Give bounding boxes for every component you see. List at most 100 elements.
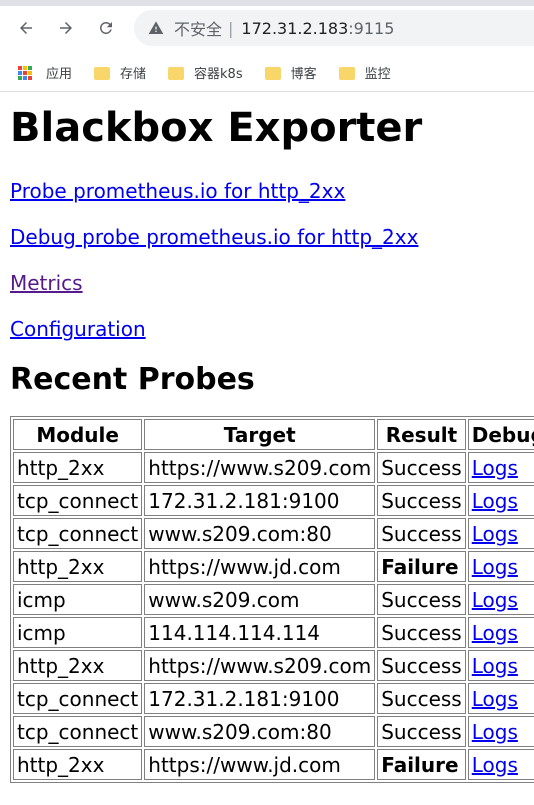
- result-cell: Success: [377, 584, 466, 615]
- module-cell: tcp_connect: [13, 716, 143, 747]
- warning-icon: [148, 19, 166, 37]
- metrics-link[interactable]: Metrics: [10, 270, 524, 296]
- target-cell: 114.114.114.114: [144, 617, 376, 648]
- reload-button[interactable]: [92, 14, 120, 42]
- column-header-target: Target: [144, 419, 376, 450]
- table-row: icmp www.s209.com Success Logs: [13, 584, 534, 615]
- table-row: icmp 114.114.114.114 Success Logs: [13, 617, 534, 648]
- bookmark-label: 监控: [364, 67, 391, 82]
- bookmark-k8s[interactable]: 容器k8s: [168, 63, 243, 82]
- debug-cell: Logs: [467, 683, 534, 714]
- table-row: tcp_connect www.s209.com:80 Success Logs: [13, 716, 534, 747]
- debug-cell: Logs: [467, 584, 534, 615]
- url-port: :9115: [348, 18, 395, 38]
- bookmark-blog[interactable]: 博客: [264, 63, 317, 82]
- back-button[interactable]: [12, 14, 40, 42]
- target-cell: 172.31.2.181:9100: [144, 683, 376, 714]
- folder-icon: [264, 65, 281, 81]
- target-cell: https://www.jd.com: [144, 749, 376, 780]
- folder-icon: [168, 65, 185, 81]
- table-header-row: Module Target Result Debug: [13, 419, 534, 450]
- result-cell: Success: [377, 485, 466, 516]
- address-bar[interactable]: 不安全 | 172.31.2.183 :9115: [134, 10, 534, 46]
- table-row: tcp_connect 172.31.2.181:9100 Success Logs: [13, 485, 534, 516]
- result-cell: Success: [377, 452, 466, 483]
- page-content: Blackbox Exporter Probe prometheus.io fo…: [0, 104, 534, 783]
- module-cell: icmp: [13, 584, 143, 615]
- table-row: http_2xx https://www.s209.com Success Logs: [13, 650, 534, 681]
- module-cell: tcp_connect: [13, 485, 143, 516]
- result-cell: Failure: [377, 749, 466, 780]
- logs-link[interactable]: Logs: [472, 522, 518, 546]
- column-header-result: Result: [377, 419, 466, 450]
- logs-link[interactable]: Logs: [472, 456, 518, 480]
- probe-link[interactable]: Probe prometheus.io for http_2xx: [10, 178, 524, 204]
- bookmark-storage[interactable]: 存储: [94, 63, 146, 82]
- debug-cell: Logs: [467, 617, 534, 648]
- table-row: tcp_connect 172.31.2.181:9100 Success Logs: [13, 683, 534, 714]
- module-cell: http_2xx: [13, 452, 143, 483]
- page-title: Blackbox Exporter: [10, 105, 423, 151]
- target-cell: www.s209.com:80: [144, 716, 376, 747]
- module-cell: tcp_connect: [13, 683, 143, 714]
- logs-link[interactable]: Logs: [472, 687, 518, 711]
- target-cell: https://www.s209.com: [144, 452, 376, 483]
- module-cell: icmp: [13, 617, 143, 648]
- target-cell: www.s209.com:80: [144, 518, 376, 549]
- debug-cell: Logs: [467, 716, 534, 747]
- bookmark-label: 应用: [46, 67, 73, 82]
- result-cell: Success: [377, 683, 466, 714]
- tab-strip-edge: [0, 0, 534, 6]
- result-cell: Success: [377, 716, 466, 747]
- recent-probes-table: Module Target Result Debug http_2xxhttps…: [10, 416, 534, 783]
- target-cell: 172.31.2.181:9100: [144, 485, 376, 516]
- logs-link[interactable]: Logs: [472, 753, 518, 777]
- arrow-right-icon: [60, 22, 72, 34]
- browser-toolbar: 不安全 | 172.31.2.183 :9115: [0, 0, 534, 54]
- forward-button[interactable]: [52, 14, 80, 42]
- logs-link[interactable]: Logs: [472, 555, 518, 579]
- debug-cell: Logs: [467, 518, 534, 549]
- table-body: http_2xx https://www.s209.com Success Logs t…: [13, 452, 534, 780]
- reload-icon: [99, 21, 112, 34]
- configuration-link[interactable]: Configuration: [10, 316, 524, 342]
- debug-cell: Logs: [467, 551, 534, 582]
- module-cell: http_2xx: [13, 650, 143, 681]
- arrow-left-icon: [20, 22, 32, 34]
- not-secure-label[interactable]: 不安全: [174, 16, 222, 40]
- url-host: 172.31.2.183: [241, 18, 349, 38]
- apps-grid-icon: [18, 65, 32, 80]
- debug-cell: Logs: [467, 749, 534, 780]
- recent-probes-heading: Recent Probes: [10, 362, 255, 397]
- debug-cell: Logs: [467, 485, 534, 516]
- address-separator: |: [228, 18, 234, 38]
- table-row: tcp_connect www.s209.com:80 Success Logs: [13, 518, 534, 549]
- table-row: http_2xx https://www.s209.com Success Logs: [13, 452, 534, 483]
- target-cell: www.s209.com: [144, 584, 376, 615]
- logs-link[interactable]: Logs: [472, 720, 518, 744]
- table-row: http_2xx https://www.jd.com Failure Logs: [13, 749, 534, 780]
- logs-link[interactable]: Logs: [472, 489, 518, 513]
- result-cell: Success: [377, 518, 466, 549]
- bookmark-label: 容器k8s: [194, 67, 243, 82]
- module-cell: tcp_connect: [13, 518, 143, 549]
- debug-cell: Logs: [467, 452, 534, 483]
- column-header-module: Module: [13, 419, 143, 450]
- bookmark-apps[interactable]: 应用: [18, 63, 72, 82]
- result-cell: Failure: [377, 551, 466, 582]
- target-cell: https://www.jd.com: [144, 551, 376, 582]
- logs-link[interactable]: Logs: [472, 621, 518, 645]
- debug-probe-link[interactable]: Debug probe prometheus.io for http_2xx: [10, 224, 524, 250]
- result-cell: Success: [377, 650, 466, 681]
- logs-link[interactable]: Logs: [472, 654, 518, 678]
- column-header-debug: Debug: [467, 419, 534, 450]
- module-cell: http_2xx: [13, 749, 143, 780]
- bookmarks-bar: 应用 存储 容器k8s 博客 监控: [0, 54, 534, 92]
- table-row: http_2xx https://www.jd.com Failure Logs: [13, 551, 534, 582]
- bookmark-monitor[interactable]: 监控: [338, 63, 391, 82]
- logs-link[interactable]: Logs: [472, 588, 518, 612]
- target-cell: https://www.s209.com: [144, 650, 376, 681]
- bookmark-label: 博客: [290, 67, 317, 82]
- folder-icon: [94, 65, 111, 81]
- module-cell: http_2xx: [13, 551, 143, 582]
